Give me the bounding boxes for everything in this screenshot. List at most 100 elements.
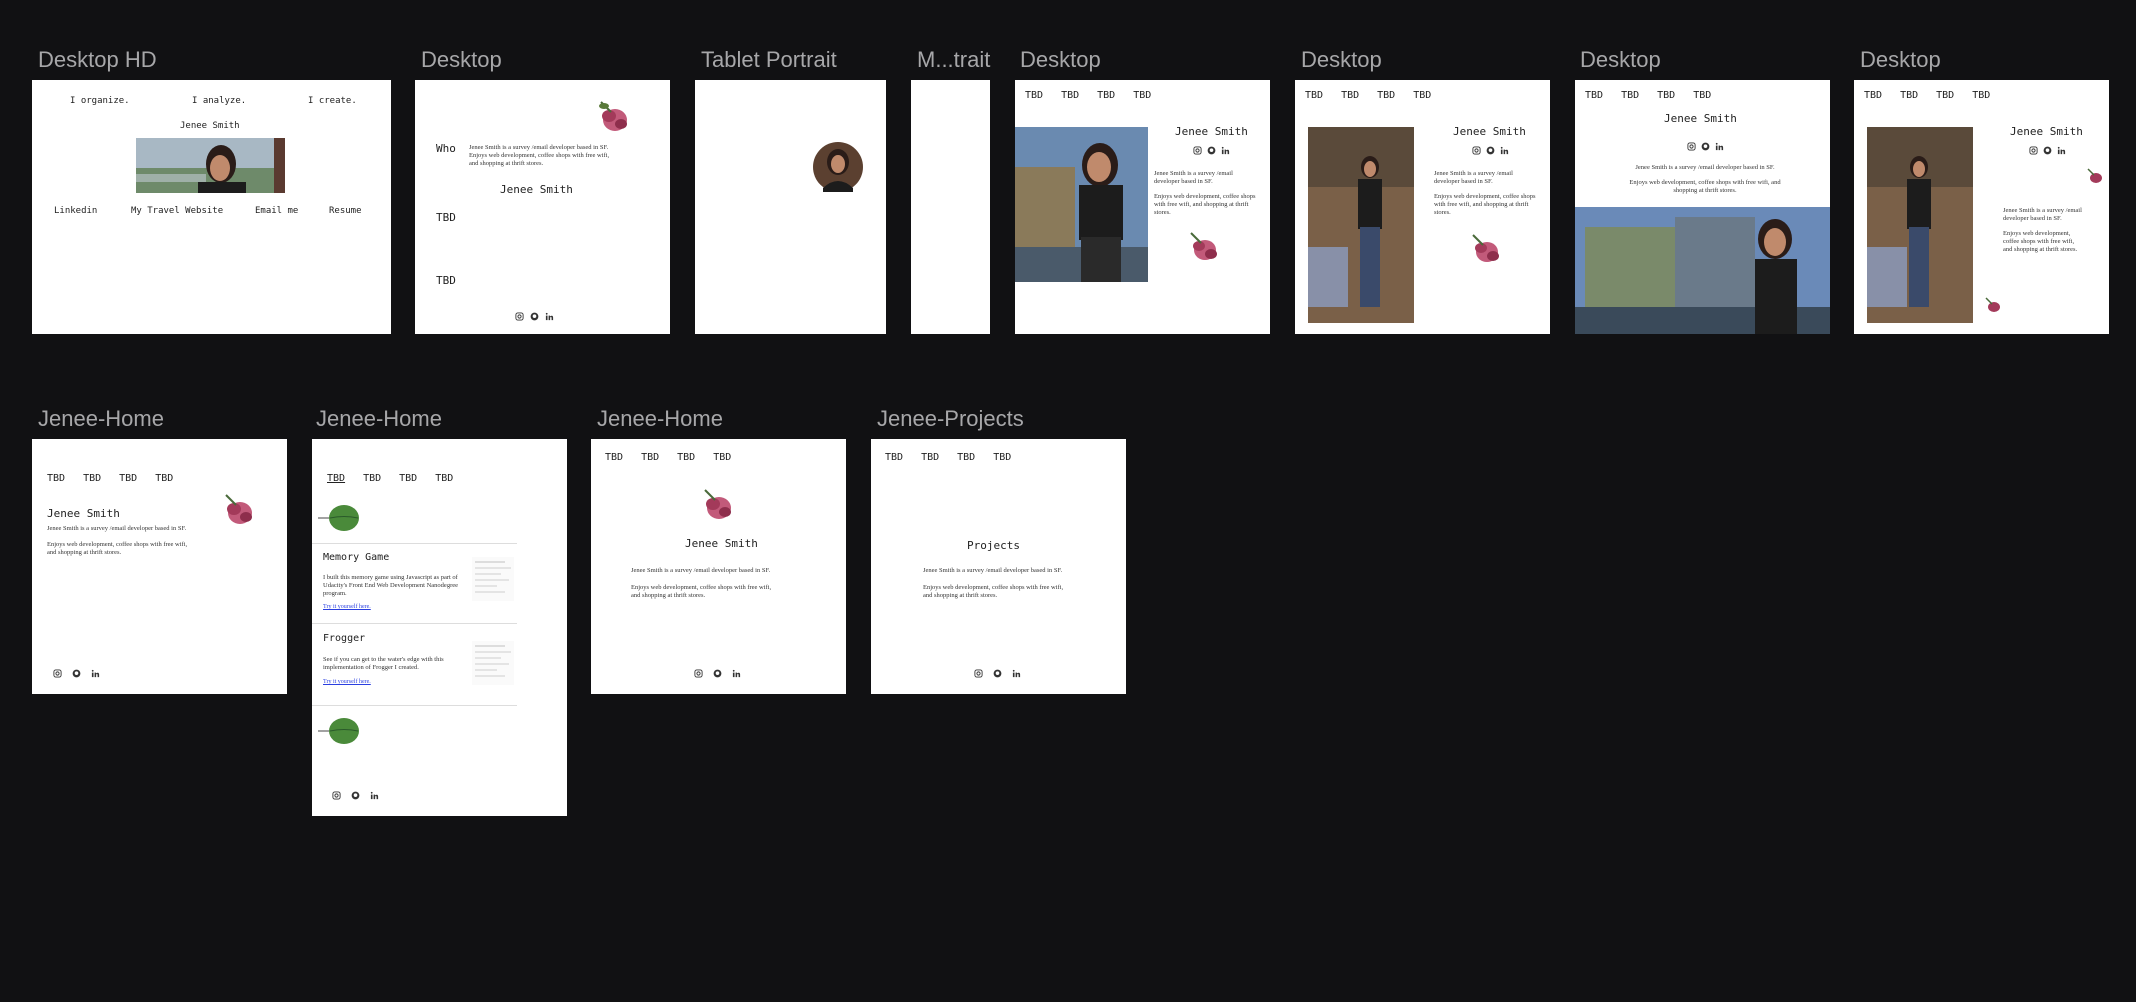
frame-desktop-banner[interactable]: TBD TBD TBD TBD Jenee Smith Jenee Smith … [1575, 80, 1830, 334]
nav-item[interactable]: TBD [119, 473, 137, 484]
frame-label-desktop[interactable]: Desktop [1301, 47, 1382, 73]
linkedin-icon[interactable] [91, 669, 100, 678]
frame-label-desktop-hd[interactable]: Desktop HD [38, 47, 157, 73]
nav-item[interactable]: TBD [1097, 90, 1115, 101]
leaf-icon [318, 718, 359, 744]
resume-link[interactable]: Resume [329, 206, 362, 216]
github-icon[interactable] [1207, 146, 1216, 155]
nav-item[interactable]: TBD [993, 452, 1011, 463]
frame-label-jenee-projects[interactable]: Jenee-Projects [877, 406, 1024, 432]
instagram-icon[interactable] [2029, 146, 2038, 155]
social-icons [1687, 142, 1724, 151]
nav-item[interactable]: TBD [1693, 90, 1711, 101]
github-icon[interactable] [1486, 146, 1495, 155]
frame-label-jenee-home[interactable]: Jenee-Home [597, 406, 723, 432]
github-icon[interactable] [2043, 146, 2052, 155]
nav-item[interactable]: TBD [885, 452, 903, 463]
project-link-memory[interactable]: Try it yourself here. [323, 604, 371, 610]
profile-photo [136, 138, 285, 193]
frame-label-jenee-home[interactable]: Jenee-Home [38, 406, 164, 432]
nav-item[interactable]: TBD [1061, 90, 1079, 101]
name-heading: Jenee Smith [1453, 125, 1526, 138]
frame-desktop-standing[interactable]: TBD TBD TBD TBD Jenee Smith Jenee Smith … [1295, 80, 1550, 334]
email-link[interactable]: Email me [255, 206, 298, 216]
nav-item[interactable]: TBD [1657, 90, 1675, 101]
instagram-icon[interactable] [694, 669, 703, 678]
tagline-create: I create. [308, 96, 357, 106]
frame-jenee-projects[interactable]: TBD TBD TBD TBD Projects Jenee Smith is … [871, 439, 1126, 694]
nav-item[interactable]: TBD [1864, 90, 1882, 101]
nav-item[interactable]: TBD [1585, 90, 1603, 101]
frame-desktop-right-text[interactable]: TBD TBD TBD TBD Jenee Smith Jenee Smith … [1854, 80, 2109, 334]
frame-label-desktop[interactable]: Desktop [1580, 47, 1661, 73]
github-icon[interactable] [530, 312, 539, 321]
nav-item[interactable]: TBD [435, 473, 453, 484]
nav-item[interactable]: TBD [641, 452, 659, 463]
profile-photo [1015, 127, 1148, 282]
nav-item-active[interactable]: TBD [327, 473, 345, 484]
frame-label-desktop[interactable]: Desktop [1020, 47, 1101, 73]
frame-desktop-who[interactable]: Who Jenee Smith is a survey /email devel… [415, 80, 670, 334]
travel-website-link[interactable]: My Travel Website [131, 206, 223, 216]
frame-jenee-home-centered[interactable]: TBD TBD TBD TBD Jenee Smith Jenee Smith … [591, 439, 846, 694]
frame-label-tablet-portrait[interactable]: Tablet Portrait [701, 47, 837, 73]
frame-label-desktop[interactable]: Desktop [1860, 47, 1941, 73]
frame-mobile-portrait[interactable] [911, 80, 990, 334]
nav-item[interactable]: TBD [1377, 90, 1395, 101]
linkedin-icon[interactable] [370, 791, 379, 800]
frame-tablet-portrait[interactable] [695, 80, 886, 334]
github-icon[interactable] [713, 669, 722, 678]
nav-item[interactable]: TBD [1025, 90, 1043, 101]
project-link-frogger[interactable]: Try it yourself here. [323, 679, 371, 685]
nav-item[interactable]: TBD [1972, 90, 1990, 101]
nav-item[interactable]: TBD [713, 452, 731, 463]
divider [312, 543, 517, 544]
frame-jenee-home-projects[interactable]: TBD TBD TBD TBD Memory Game I built this… [312, 439, 567, 816]
github-icon[interactable] [993, 669, 1002, 678]
instagram-icon[interactable] [332, 791, 341, 800]
nav-item[interactable]: TBD [1133, 90, 1151, 101]
frame-label-jenee-home[interactable]: Jenee-Home [316, 406, 442, 432]
instagram-icon[interactable] [974, 669, 983, 678]
nav-item[interactable]: TBD [1413, 90, 1431, 101]
nav-item[interactable]: TBD [1936, 90, 1954, 101]
github-icon[interactable] [72, 669, 81, 678]
nav-item[interactable]: TBD [1341, 90, 1359, 101]
instagram-icon[interactable] [53, 669, 62, 678]
linkedin-icon[interactable] [1012, 669, 1021, 678]
project-thumbnail [472, 641, 514, 685]
instagram-icon[interactable] [1193, 146, 1202, 155]
top-nav: TBD TBD TBD TBD [1305, 90, 1431, 101]
linkedin-link[interactable]: Linkedin [54, 206, 97, 216]
nav-item[interactable]: TBD [1621, 90, 1639, 101]
nav-item[interactable]: TBD [1900, 90, 1918, 101]
linkedin-icon[interactable] [1221, 146, 1230, 155]
instagram-icon[interactable] [1687, 142, 1696, 151]
instagram-icon[interactable] [515, 312, 524, 321]
nav-item[interactable]: TBD [605, 452, 623, 463]
github-icon[interactable] [1701, 142, 1710, 151]
nav-item[interactable]: TBD [399, 473, 417, 484]
github-icon[interactable] [351, 791, 360, 800]
nav-item[interactable]: TBD [1305, 90, 1323, 101]
linkedin-icon[interactable] [1715, 142, 1724, 151]
flower-illustration [1472, 234, 1499, 262]
instagram-icon[interactable] [1472, 146, 1481, 155]
linkedin-icon[interactable] [732, 669, 741, 678]
linkedin-icon[interactable] [2057, 146, 2066, 155]
frame-jenee-home-1[interactable]: TBD TBD TBD TBD Jenee Smith Jenee Smith … [32, 439, 287, 694]
frame-label-desktop[interactable]: Desktop [421, 47, 502, 73]
nav-item[interactable]: TBD [47, 473, 65, 484]
nav-item[interactable]: TBD [957, 452, 975, 463]
nav-item[interactable]: TBD [921, 452, 939, 463]
linkedin-icon[interactable] [545, 312, 554, 321]
nav-item[interactable]: TBD [677, 452, 695, 463]
nav-item[interactable]: TBD [363, 473, 381, 484]
frame-desktop-hd[interactable]: I organize. I analyze. I create. Jenee S… [32, 80, 391, 334]
frame-label-mobile-portrait[interactable]: M...trait [917, 47, 990, 73]
project-desc-memory: I built this memory game using Javascrip… [323, 574, 459, 597]
nav-item[interactable]: TBD [155, 473, 173, 484]
linkedin-icon[interactable] [1500, 146, 1509, 155]
nav-item[interactable]: TBD [83, 473, 101, 484]
frame-desktop-photo-left[interactable]: TBD TBD TBD TBD Jenee Smith Jenee Smith … [1015, 80, 1270, 334]
